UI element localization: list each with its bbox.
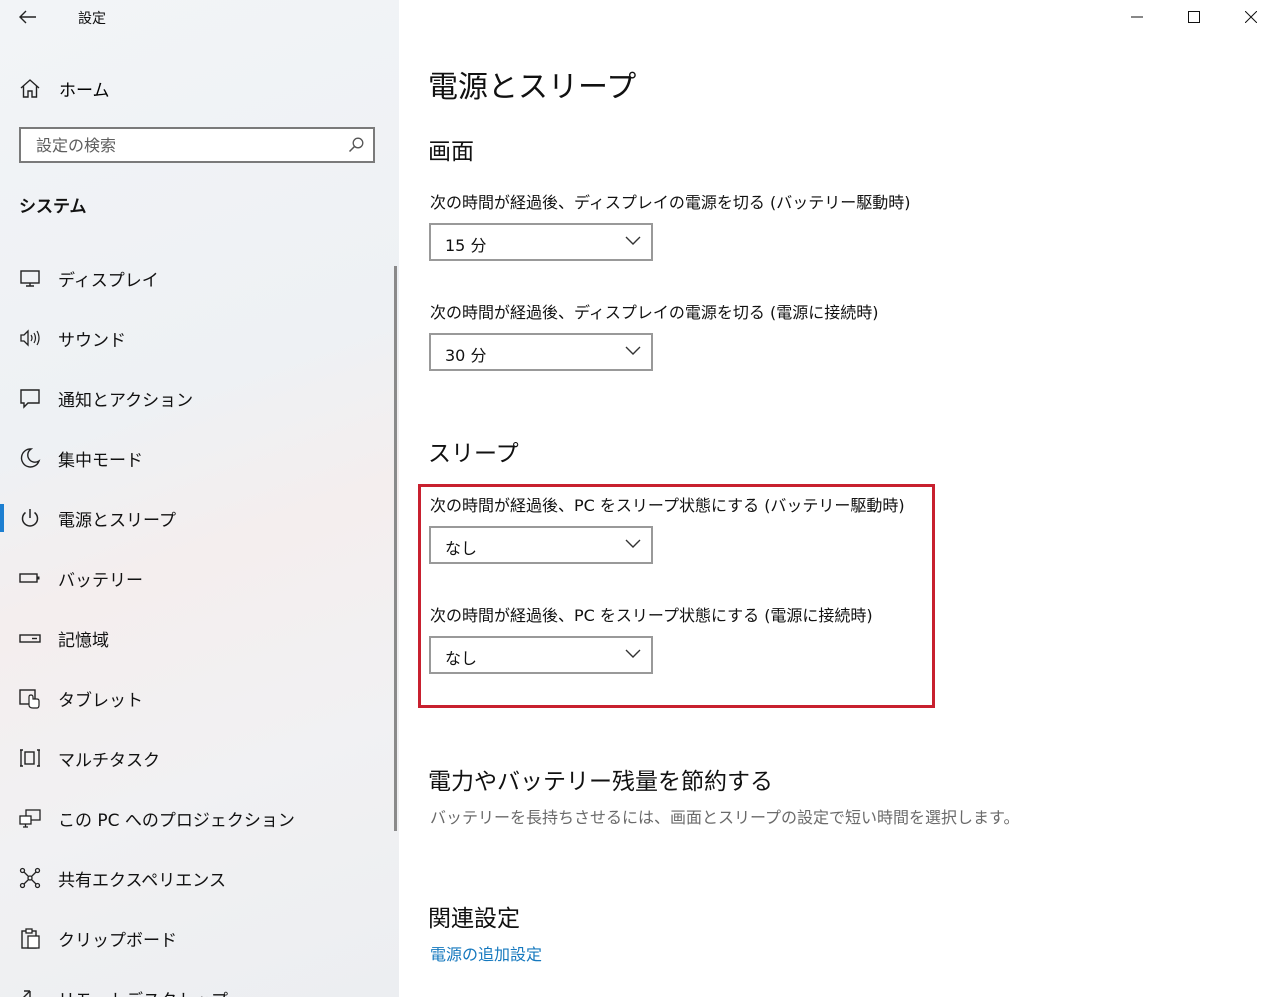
sidebar-item-label: サウンド	[58, 331, 126, 351]
sidebar-item-label: 電源とスリープ	[58, 511, 176, 531]
sidebar-item-label: リモートデスクトップ	[58, 986, 228, 997]
sidebar-item-clipboard[interactable]: クリップボード	[0, 916, 392, 960]
dropdown-value: 15 分	[445, 236, 487, 255]
sidebar-item-notifications[interactable]: 通知とアクション	[0, 376, 392, 420]
window-controls	[1108, 0, 1279, 34]
remote-desktop-icon	[23, 990, 31, 997]
minimize-icon	[1130, 16, 1143, 18]
projection-icon	[19, 809, 41, 828]
multitask-icon	[20, 749, 40, 767]
search-input[interactable]	[21, 129, 346, 161]
sidebar-item-label: 共有エクスペリエンス	[58, 871, 226, 891]
sidebar-item-label: ディスプレイ	[58, 271, 159, 291]
screen-battery-dropdown[interactable]: 15 分	[429, 223, 653, 261]
clipboard-icon	[21, 928, 40, 949]
power-icon	[21, 509, 39, 527]
battery-icon	[19, 573, 40, 583]
chevron-down-icon	[625, 236, 641, 245]
sidebar-home-label: ホーム	[59, 81, 110, 101]
maximize-icon	[1187, 11, 1200, 23]
active-indicator	[0, 504, 4, 532]
save-heading: 電力やバッテリー残量を節約する	[428, 769, 773, 795]
highlight-box	[418, 484, 935, 708]
sidebar-item-sound[interactable]: サウンド	[0, 316, 392, 360]
screen-heading: 画面	[428, 139, 474, 165]
chevron-down-icon	[625, 539, 641, 548]
dropdown-value: なし	[445, 649, 478, 668]
sidebar-item-storage[interactable]: 記憶域	[0, 616, 392, 660]
sidebar-item-label: 集中モード	[58, 451, 143, 471]
chevron-down-icon	[625, 346, 641, 355]
monitor-icon	[20, 270, 40, 287]
maximize-button[interactable]	[1165, 0, 1222, 34]
sidebar-item-projection[interactable]: この PC へのプロジェクション	[0, 796, 392, 840]
main-content: 電源とスリープ 画面 次の時間が経過後、ディスプレイの電源を切る (バッテリー駆…	[399, 0, 1279, 997]
search-icon[interactable]	[348, 137, 364, 153]
dropdown-value: 30 分	[445, 346, 487, 365]
screen-plugged-dropdown[interactable]: 30 分	[429, 333, 653, 371]
sidebar-item-label: バッテリー	[58, 571, 143, 591]
minimize-button[interactable]	[1108, 0, 1165, 34]
sleep-plugged-label: 次の時間が経過後、PC をスリープ状態にする (電源に接続時)	[430, 606, 873, 625]
sidebar-item-remote-desktop[interactable]: リモートデスクトップ	[0, 976, 392, 997]
sidebar-item-multitask[interactable]: マルチタスク	[0, 736, 392, 780]
sidebar-item-power-sleep[interactable]: 電源とスリープ	[0, 496, 392, 540]
sidebar-home[interactable]: ホーム	[0, 70, 399, 106]
screen-plugged-label: 次の時間が経過後、ディスプレイの電源を切る (電源に接続時)	[430, 303, 879, 322]
sleep-heading: スリープ	[428, 441, 519, 467]
sleep-plugged-dropdown[interactable]: なし	[429, 636, 653, 674]
sidebar-item-label: この PC へのプロジェクション	[58, 811, 295, 831]
dropdown-value: なし	[445, 539, 478, 558]
sleep-battery-dropdown[interactable]: なし	[429, 526, 653, 564]
close-button[interactable]	[1222, 0, 1279, 34]
close-icon	[1244, 11, 1257, 23]
sidebar-item-focus[interactable]: 集中モード	[0, 436, 392, 480]
sidebar: 設定 ホーム システム ディスプレイ	[0, 0, 399, 997]
settings-window: 設定 ホーム システム ディスプレイ	[0, 0, 1279, 997]
additional-power-settings-link[interactable]: 電源の追加設定	[430, 941, 542, 965]
sleep-battery-label: 次の時間が経過後、PC をスリープ状態にする (バッテリー駆動時)	[430, 496, 905, 515]
sidebar-item-label: 記憶域	[58, 631, 109, 651]
home-icon	[20, 79, 40, 98]
sidebar-item-battery[interactable]: バッテリー	[0, 556, 392, 600]
sidebar-item-label: 通知とアクション	[58, 391, 194, 411]
storage-icon	[19, 634, 41, 643]
sidebar-scrollbar[interactable]	[394, 266, 397, 831]
notification-icon	[20, 389, 40, 409]
chevron-down-icon	[625, 649, 641, 658]
related-heading: 関連設定	[428, 906, 520, 932]
sidebar-item-label: クリップボード	[58, 931, 177, 951]
app-title: 設定	[78, 11, 106, 27]
share-icon	[19, 867, 41, 889]
screen-battery-label: 次の時間が経過後、ディスプレイの電源を切る (バッテリー駆動時)	[430, 193, 911, 212]
tablet-icon	[19, 689, 40, 709]
search-box[interactable]	[19, 127, 375, 163]
back-button[interactable]	[14, 4, 42, 30]
sidebar-item-label: タブレット	[58, 691, 143, 711]
speaker-icon	[20, 329, 40, 347]
save-description: バッテリーを長持ちさせるには、画面とスリープの設定で短い時間を選択します。	[430, 808, 1020, 827]
sidebar-item-shared-experience[interactable]: 共有エクスペリエンス	[0, 856, 392, 900]
moon-icon	[20, 448, 41, 468]
sidebar-item-label: マルチタスク	[58, 751, 160, 771]
sidebar-item-tablet[interactable]: タブレット	[0, 676, 392, 720]
back-arrow-icon	[19, 10, 36, 24]
page-title: 電源とスリープ	[428, 70, 637, 105]
sidebar-section-label: システム	[19, 197, 87, 217]
sidebar-item-display[interactable]: ディスプレイ	[0, 256, 392, 300]
